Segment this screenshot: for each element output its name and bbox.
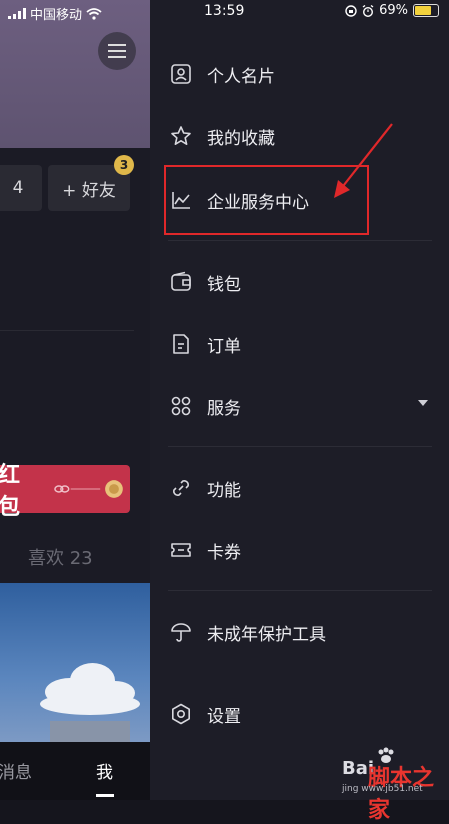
red-packet-banner[interactable]: 红包 <box>0 463 130 520</box>
video-thumbnail[interactable] <box>0 583 150 743</box>
nav-me[interactable]: 我 <box>96 758 113 783</box>
drawer-item-coupons[interactable]: 卡券 <box>168 530 438 570</box>
drawer-item-label: 设置 <box>207 706 241 727</box>
status-bar: 中国移动 13:59 69% <box>0 0 449 24</box>
wallet-icon <box>168 269 194 295</box>
wifi-icon <box>86 7 102 20</box>
drawer-item-orders[interactable]: 订单 <box>168 324 438 364</box>
drawer-item-label: 个人名片 <box>207 66 275 87</box>
carrier-name: 中国移动 <box>30 8 83 23</box>
hamburger-icon <box>108 44 126 58</box>
drawer-item-settings[interactable]: 设置 <box>168 694 438 734</box>
divider <box>168 446 432 447</box>
drawer-item-label: 钱包 <box>207 274 241 295</box>
divider <box>0 330 134 331</box>
nav-active-indicator <box>96 794 114 797</box>
drawer-item-label: 功能 <box>207 480 241 501</box>
drawer-item-label: 未成年保护工具 <box>207 624 326 645</box>
battery-percent: 69% <box>379 3 408 18</box>
drawer-item-label: 订单 <box>207 336 241 357</box>
status-time: 13:59 <box>204 3 245 19</box>
nav-messages[interactable]: 消息 <box>0 758 32 783</box>
gear-icon <box>168 701 194 727</box>
id-card-icon <box>168 61 194 87</box>
friend-count-badge: 3 <box>114 155 134 175</box>
menu-button[interactable] <box>98 32 136 70</box>
umbrella-icon <box>168 619 194 645</box>
drawer-item-minor-protection[interactable]: 未成年保护工具 <box>168 612 438 652</box>
ticket-icon <box>168 537 194 563</box>
battery-icon <box>413 4 439 17</box>
drawer-item-label: 卡券 <box>207 542 241 563</box>
likes-count[interactable]: 喜欢 23 <box>28 544 93 570</box>
watermark: Bai 脚本之家 jing www.jb51.net <box>338 738 449 823</box>
profile-page-background: 4 + 好友 3 红包 喜欢 23 消息 我 <box>0 0 150 800</box>
grid-icon <box>168 393 194 419</box>
link-icon <box>168 475 194 501</box>
rotation-lock-icon <box>345 4 357 17</box>
drawer-item-services[interactable]: 服务 <box>168 386 438 426</box>
star-icon <box>168 123 194 149</box>
document-icon <box>168 331 194 357</box>
drawer-item-wallet[interactable]: 钱包 <box>168 262 438 302</box>
stat-label: 4 <box>12 178 24 198</box>
chevron-down-icon[interactable] <box>418 400 428 406</box>
alarm-icon <box>362 4 374 17</box>
divider <box>168 590 432 591</box>
stat-button[interactable]: 4 <box>0 165 42 211</box>
drawer-item-label: 服务 <box>207 398 241 419</box>
bottom-nav-bar: 消息 我 <box>0 742 150 800</box>
divider <box>168 240 432 241</box>
watermark-url: jing www.jb51.net <box>342 784 423 794</box>
drawer-item-business-card[interactable]: 个人名片 <box>168 54 438 94</box>
annotation-arrow <box>334 123 393 198</box>
side-drawer: 个人名片 我的收藏 企业服务中心 钱包 订单 服务 功能 卡券 未成年保护工具 … <box>150 0 449 823</box>
drawer-item-label: 我的收藏 <box>207 128 275 149</box>
signal-icon <box>8 8 26 19</box>
add-friend-label: + 好友 <box>62 180 116 201</box>
red-packet-decoration-icon <box>54 480 124 498</box>
drawer-item-features[interactable]: 功能 <box>168 468 438 508</box>
red-packet-label: 红包 <box>0 463 21 520</box>
